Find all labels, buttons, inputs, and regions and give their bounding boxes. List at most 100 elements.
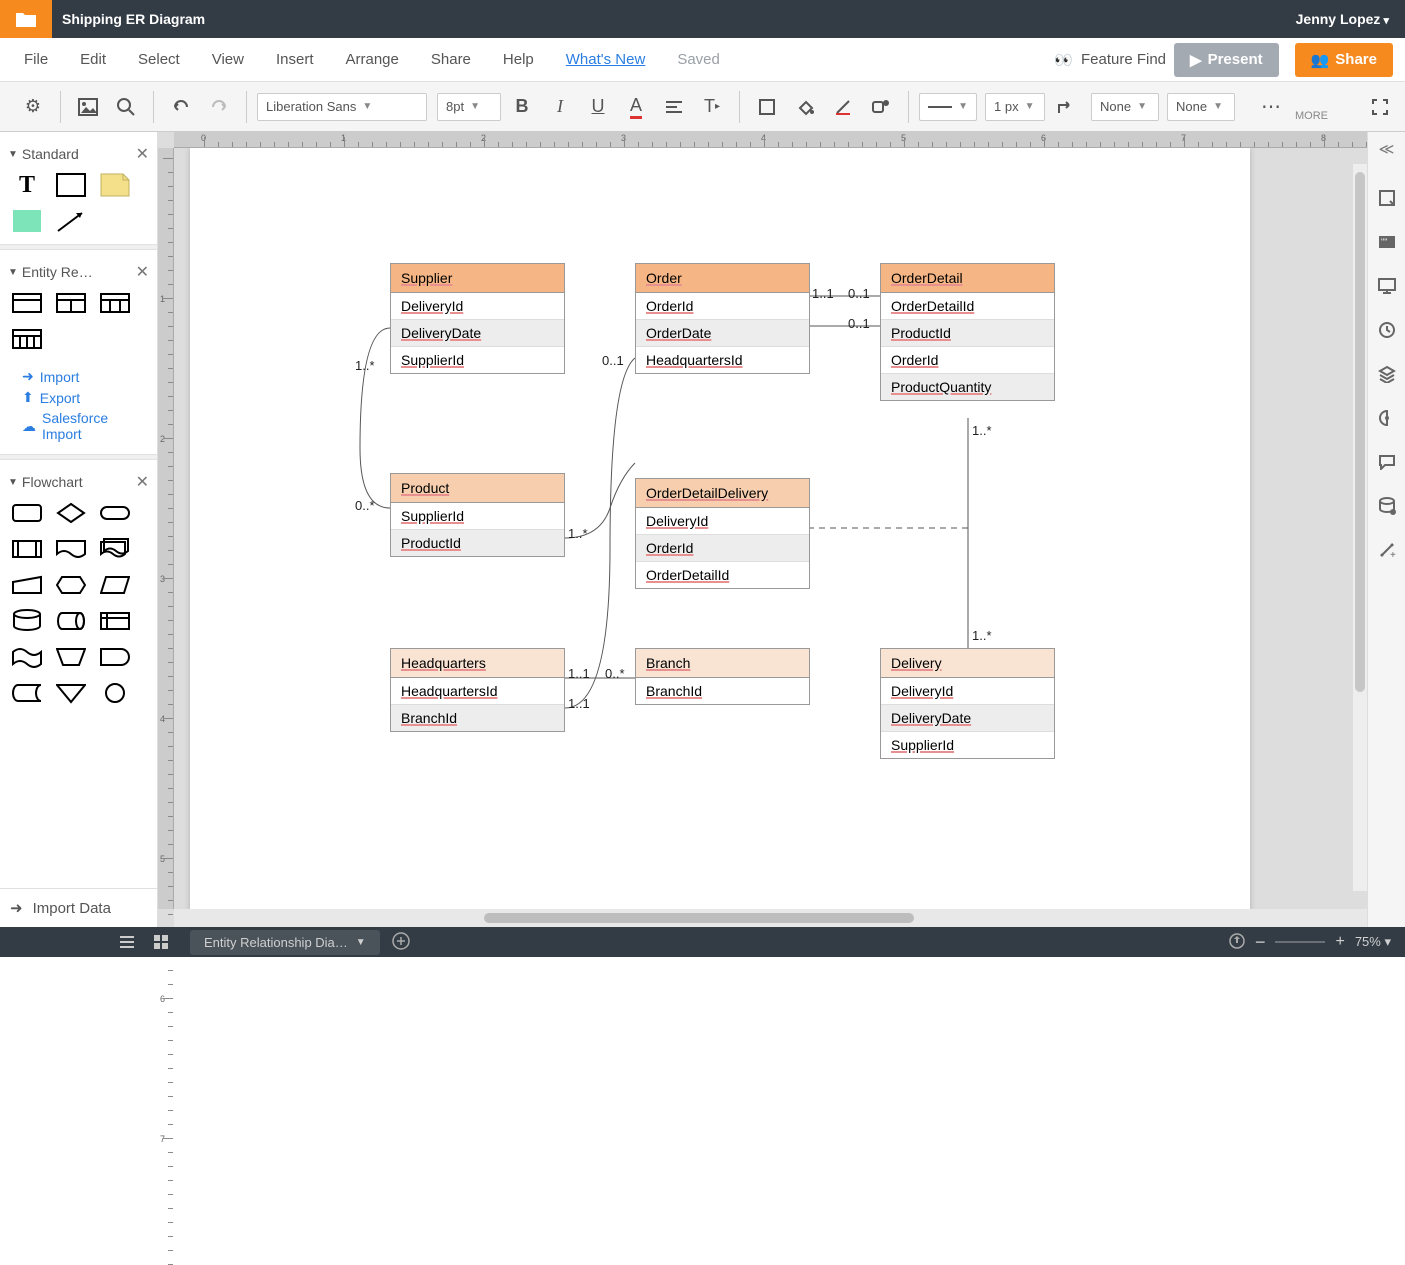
shape-style-icon[interactable] (750, 90, 784, 124)
fc-papertape[interactable] (10, 644, 44, 670)
panel-export-link[interactable]: ⬆Export (22, 387, 151, 408)
entity-field[interactable]: OrderDate (636, 320, 809, 347)
entity-shape-4[interactable] (10, 326, 44, 352)
entity-field[interactable]: OrderId (636, 535, 809, 562)
entity-field[interactable]: ProductQuantity (881, 374, 1054, 400)
panel-import-link[interactable]: ➜Import (22, 366, 151, 387)
entity-field[interactable]: DeliveryDate (391, 320, 564, 347)
entity-field[interactable]: DeliveryId (881, 678, 1054, 705)
font-family-dropdown[interactable]: Liberation Sans▼ (257, 93, 427, 121)
present-button[interactable]: ▶ Present (1174, 43, 1279, 77)
fc-database[interactable] (10, 608, 44, 634)
entity-field[interactable]: OrderDetailId (636, 562, 809, 588)
menu-help[interactable]: Help (491, 45, 546, 74)
canvas[interactable]: 0123456789 1234567 (158, 132, 1367, 927)
autosave-icon[interactable] (1229, 933, 1245, 952)
fc-decision[interactable] (54, 500, 88, 526)
import-data-button[interactable]: ➜ Import Data (0, 888, 157, 927)
entity-branch[interactable]: BranchBranchId (635, 648, 810, 705)
horizontal-scrollbar[interactable] (174, 909, 1367, 927)
more-icon[interactable]: ⋯ (1255, 90, 1289, 124)
page-tab[interactable]: Entity Relationship Dia…▼ (190, 930, 380, 955)
user-menu[interactable]: Jenny Lopez (1296, 11, 1389, 27)
fc-multidoc[interactable] (98, 536, 132, 562)
entity-field[interactable]: DeliveryDate (881, 705, 1054, 732)
menu-share-top[interactable]: Share (419, 45, 483, 74)
entity-field[interactable]: SupplierId (881, 732, 1054, 758)
entity-field[interactable]: SupplierId (391, 503, 564, 530)
zoom-out-button[interactable]: − (1255, 932, 1266, 953)
entity-shape-1[interactable] (10, 290, 44, 316)
entity-header[interactable]: Product (391, 474, 564, 503)
entity-field[interactable]: HeadquartersId (391, 678, 564, 705)
entity-orderdetail[interactable]: OrderDetailOrderDetailIdProductIdOrderId… (880, 263, 1055, 401)
note-shape[interactable] (98, 172, 132, 198)
undo-icon[interactable] (164, 90, 198, 124)
line-routing-icon[interactable] (1049, 90, 1083, 124)
menu-file[interactable]: File (12, 45, 60, 74)
entity-field[interactable]: DeliveryId (391, 293, 564, 320)
arrow-shape[interactable] (54, 208, 88, 234)
fullscreen-icon[interactable] (1363, 90, 1397, 124)
fill-icon[interactable] (788, 90, 822, 124)
fc-data[interactable] (98, 572, 132, 598)
entity-field[interactable]: OrderId (636, 293, 809, 320)
menu-arrange[interactable]: Arrange (334, 45, 411, 74)
entity-header[interactable]: Supplier (391, 264, 564, 293)
entity-field[interactable]: DeliveryId (636, 508, 809, 535)
fc-connector[interactable] (98, 680, 132, 706)
history-panel-icon[interactable] (1375, 318, 1399, 342)
fc-storeddata[interactable] (10, 680, 44, 706)
layers-panel-icon[interactable] (1375, 362, 1399, 386)
entity-field[interactable]: BranchId (636, 678, 809, 704)
page-grid-icon[interactable] (144, 935, 178, 949)
shape-options-icon[interactable] (864, 90, 898, 124)
fc-preparation[interactable] (54, 572, 88, 598)
insert-image-icon[interactable] (71, 90, 105, 124)
block-shape[interactable] (54, 172, 88, 198)
close-icon[interactable]: ✕ (136, 144, 149, 164)
entity-order[interactable]: OrderOrderIdOrderDateHeadquartersId (635, 263, 810, 374)
feature-find[interactable]: 👀 Feature Find (1054, 51, 1166, 69)
entity-field[interactable]: ProductId (881, 320, 1054, 347)
menu-select[interactable]: Select (126, 45, 192, 74)
line-width-dropdown[interactable]: 1 px▼ (985, 93, 1045, 121)
entity-orderdetaildelivery[interactable]: OrderDetailDeliveryDeliveryIdOrderIdOrde… (635, 478, 810, 589)
entity-header[interactable]: Headquarters (391, 649, 564, 678)
fc-document[interactable] (54, 536, 88, 562)
entity-field[interactable]: ProductId (391, 530, 564, 556)
menu-insert[interactable]: Insert (264, 45, 326, 74)
section-flowchart-header[interactable]: ▼Flowchart✕ (6, 468, 151, 500)
fc-merge[interactable] (54, 680, 88, 706)
section-entity-header[interactable]: ▼Entity Re…✕ (6, 258, 151, 290)
search-icon[interactable] (109, 90, 143, 124)
close-icon[interactable]: ✕ (136, 262, 149, 282)
share-button[interactable]: 👥 Share (1295, 43, 1393, 77)
entity-delivery[interactable]: DeliveryDeliveryIdDeliveryDateSupplierId (880, 648, 1055, 759)
fc-process[interactable] (10, 500, 44, 526)
entity-field[interactable]: HeadquartersId (636, 347, 809, 373)
fc-manualop[interactable] (54, 644, 88, 670)
app-logo[interactable] (0, 0, 52, 38)
text-shape[interactable]: T (10, 172, 44, 198)
arrow-start-dropdown[interactable]: None▼ (1091, 93, 1159, 121)
page-list-icon[interactable] (110, 935, 144, 949)
comments-panel-icon[interactable]: "" (1375, 230, 1399, 254)
fc-directdata[interactable] (54, 608, 88, 634)
bold-icon[interactable]: B (505, 90, 539, 124)
entity-product[interactable]: ProductSupplierIdProductId (390, 473, 565, 557)
entity-supplier[interactable]: SupplierDeliveryIdDeliveryDateSupplierId (390, 263, 565, 374)
zoom-in-button[interactable]: + (1335, 933, 1344, 951)
document-title[interactable]: Shipping ER Diagram (62, 11, 205, 27)
fc-terminator[interactable] (98, 500, 132, 526)
add-page-button[interactable] (392, 932, 410, 953)
section-standard-header[interactable]: ▼Standard✕ (6, 140, 151, 172)
menu-whats-new[interactable]: What's New (554, 45, 658, 74)
entity-shape-2[interactable] (54, 290, 88, 316)
panel-salesforce-link[interactable]: ☁Salesforce Import (22, 408, 151, 444)
text-color-icon[interactable]: A (619, 90, 653, 124)
entity-field[interactable]: OrderDetailId (881, 293, 1054, 320)
menu-view[interactable]: View (200, 45, 256, 74)
themes-panel-icon[interactable] (1375, 406, 1399, 430)
entity-header[interactable]: Branch (636, 649, 809, 678)
